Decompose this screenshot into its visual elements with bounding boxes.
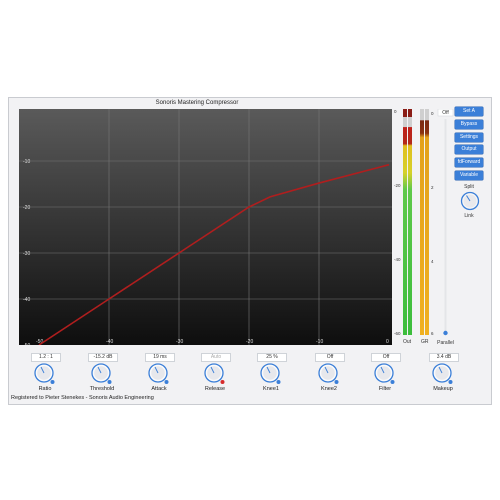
- gr-meter-left-bar: [420, 120, 424, 335]
- filter-knob-icon[interactable]: [373, 362, 397, 386]
- knee2-value[interactable]: Off: [315, 353, 345, 362]
- out-scale-label: -20: [394, 183, 401, 188]
- out-scale-label: -60: [394, 331, 401, 336]
- threshold-label: Threshold: [89, 386, 115, 392]
- release-value[interactable]: Auto: [201, 353, 231, 362]
- out-meter-left-bar: [403, 127, 407, 335]
- registration-footer: Registered to Pieter Stenekes - Sonoris …: [11, 395, 154, 401]
- x-tick-label: -10: [316, 339, 323, 345]
- graph-background: [19, 109, 392, 345]
- split-link-control[interactable]: Split Link: [455, 184, 489, 224]
- knob-release[interactable]: Auto Release: [187, 353, 247, 397]
- makeup-label: Makeup: [433, 386, 453, 392]
- x-tick-label: -40: [106, 339, 113, 345]
- knee1-label: Knee1: [263, 386, 279, 392]
- release-label: Release: [204, 386, 226, 392]
- knee2-label: Knee2: [321, 386, 337, 392]
- y-tick-label: -20: [23, 205, 30, 211]
- attack-value[interactable]: 19 ms: [145, 353, 175, 362]
- out-meter-right-bar: [408, 127, 412, 335]
- parallel-slider-track: [444, 119, 447, 333]
- parallel-control[interactable]: Off Parallel: [435, 108, 455, 347]
- knee2-knob-icon[interactable]: [317, 362, 341, 386]
- out-meter-label: Out: [403, 339, 412, 345]
- link-knob-icon[interactable]: [460, 191, 480, 211]
- ratio-value[interactable]: 1.2 : 1: [31, 353, 61, 362]
- filter-value[interactable]: Off: [371, 353, 401, 362]
- makeup-knob-icon[interactable]: [431, 362, 455, 386]
- knee1-knob-icon[interactable]: [259, 362, 283, 386]
- parallel-value: Off: [442, 110, 449, 116]
- plugin-title: Sonoris Mastering Compressor: [155, 100, 239, 106]
- settings-button[interactable]: Settings: [455, 132, 483, 142]
- level-meters: 0 -20 -40 -60 0 2 4 6 Out GR: [394, 109, 434, 347]
- knob-makeup[interactable]: 3.4 dB Makeup: [415, 353, 475, 397]
- threshold-value[interactable]: -15.2 dB: [88, 353, 118, 362]
- knob-ratio[interactable]: 1.2 : 1 Ratio: [17, 353, 77, 397]
- link-label: Link: [464, 212, 474, 219]
- knob-knee2[interactable]: Off Knee2: [301, 353, 361, 397]
- gr-scale-label: 6: [431, 331, 434, 336]
- plugin-window: Sonoris Mastering Compressor -10 -20 -30 -4…: [8, 97, 492, 405]
- x-tick-label: 0: [386, 339, 389, 345]
- ratio-label: Ratio: [38, 386, 52, 392]
- side-buttons: Set A Bypass Settings Output fdForward V…: [455, 107, 489, 224]
- attack-knob-icon[interactable]: [147, 362, 171, 386]
- filter-label: Filter: [378, 386, 392, 392]
- x-tick-label: -20: [246, 339, 253, 345]
- x-tick-label: -30: [176, 339, 183, 345]
- parallel-label: Parallel: [437, 340, 454, 346]
- gr-meter-label: GR: [421, 339, 429, 345]
- y-tick-label: -50: [23, 343, 30, 345]
- knob-threshold[interactable]: -15.2 dB Threshold: [74, 353, 134, 397]
- y-tick-label: -10: [23, 159, 30, 165]
- parallel-slider-handle: [443, 330, 448, 336]
- knee1-value[interactable]: 25 %: [257, 353, 287, 362]
- gr-scale-label: 4: [431, 259, 434, 264]
- split-label: Split: [464, 183, 474, 190]
- knob-knee1[interactable]: 25 % Knee1: [243, 353, 303, 397]
- out-scale-label: 0: [394, 109, 397, 114]
- gr-scale-label: 2: [431, 185, 434, 190]
- feedforward-button[interactable]: fdForward: [455, 158, 483, 168]
- attack-label: Attack: [151, 386, 167, 392]
- out-scale-label: -40: [394, 257, 401, 262]
- gr-scale-label: 0: [431, 111, 434, 116]
- threshold-knob-icon[interactable]: [90, 362, 114, 386]
- knob-filter[interactable]: Off Filter: [357, 353, 417, 397]
- bypass-button[interactable]: Bypass: [455, 119, 483, 129]
- release-knob-icon[interactable]: [203, 362, 227, 386]
- gr-meter-right-bar: [425, 120, 429, 335]
- y-tick-label: -40: [23, 297, 30, 303]
- output-button[interactable]: Output: [455, 145, 483, 155]
- knob-attack[interactable]: 19 ms Attack: [131, 353, 191, 397]
- makeup-value[interactable]: 3.4 dB: [429, 353, 459, 362]
- set-a-button[interactable]: Set A: [455, 107, 483, 116]
- y-tick-label: -30: [23, 251, 30, 257]
- variable-button[interactable]: Variable: [455, 170, 483, 180]
- transfer-curve-graph[interactable]: -10-20-30-40-50-50-40-30-20-100: [19, 109, 392, 345]
- ratio-knob-icon[interactable]: [33, 362, 57, 386]
